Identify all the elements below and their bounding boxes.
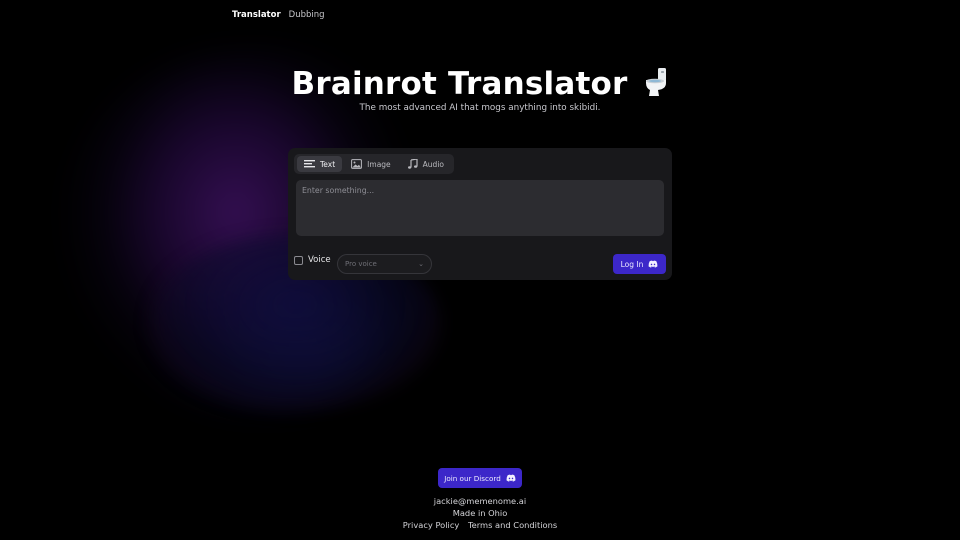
footer-email[interactable]: jackie@memenome.ai: [0, 496, 960, 506]
tab-audio-label: Audio: [422, 159, 444, 169]
tab-image-label: Image: [367, 159, 391, 169]
tab-image[interactable]: Image: [344, 156, 398, 172]
voice-select-placeholder: Pro voice: [345, 260, 377, 268]
voice-toggle: Voice: [294, 255, 331, 265]
nav-item-dubbing[interactable]: Dubbing: [289, 10, 325, 20]
music-note-icon: [407, 159, 418, 169]
join-discord-label: Join our Discord: [444, 473, 501, 483]
image-icon: [351, 159, 363, 169]
join-discord-button[interactable]: Join our Discord: [438, 468, 522, 488]
tab-audio[interactable]: Audio: [400, 156, 451, 172]
chevron-down-icon: ⌄: [418, 260, 424, 268]
login-button[interactable]: Log In: [613, 254, 666, 274]
privacy-policy-link[interactable]: Privacy Policy: [403, 520, 460, 530]
nav-item-translator[interactable]: Translator: [232, 10, 281, 20]
top-nav: Translator Dubbing: [232, 10, 325, 20]
voice-label: Voice: [308, 255, 331, 265]
tab-text-label: Text: [320, 159, 336, 169]
text-lines-icon: [304, 160, 315, 168]
input-type-tabs: Text Image Audio: [294, 154, 454, 174]
voice-checkbox[interactable]: [294, 255, 303, 265]
page-title-text: Brainrot Translator: [291, 66, 628, 102]
login-button-label: Log In: [620, 259, 644, 269]
translator-card: Text Image Audio Enter something... Voic…: [288, 148, 672, 280]
footer-made-in: Made in Ohio: [452, 508, 508, 518]
voice-select[interactable]: Pro voice ⌄: [337, 254, 432, 274]
toilet-icon: [644, 68, 668, 106]
translator-input[interactable]: [296, 180, 664, 236]
footer-links: Privacy Policy Terms and Conditions: [0, 520, 960, 530]
tab-text[interactable]: Text: [297, 156, 343, 172]
page: Translator Dubbing Brainrot Translator T…: [0, 0, 960, 540]
discord-icon: [506, 474, 516, 482]
terms-link[interactable]: Terms and Conditions: [468, 520, 557, 530]
page-subtitle: The most advanced AI that mogs anything …: [359, 103, 601, 113]
discord-icon: [648, 260, 658, 268]
page-title: Brainrot Translator: [0, 66, 960, 106]
